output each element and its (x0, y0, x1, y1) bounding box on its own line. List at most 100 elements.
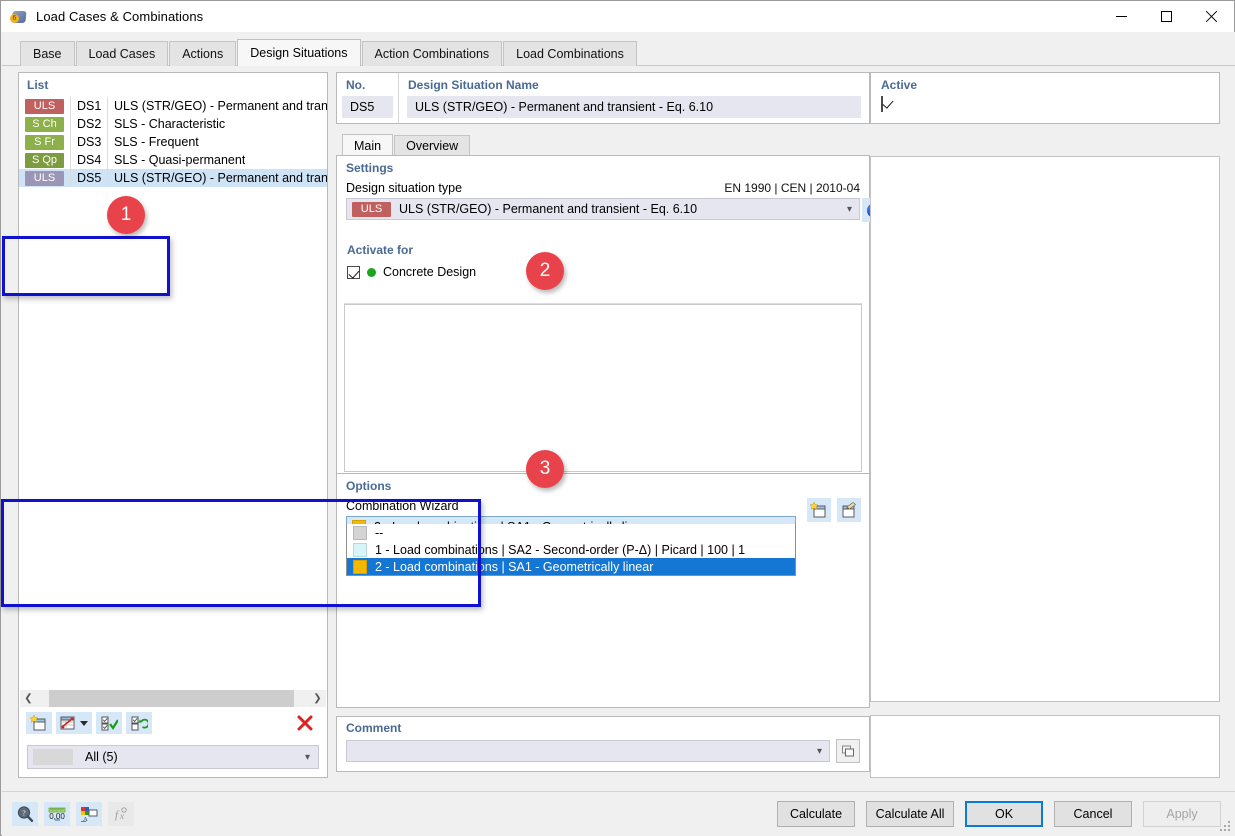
resize-grip[interactable] (1220, 821, 1232, 833)
tab-actions[interactable]: Actions (169, 41, 237, 66)
close-icon (1205, 10, 1218, 23)
chevron-down-icon[interactable]: ▾ (847, 204, 852, 215)
display-properties-button[interactable]: A (76, 802, 102, 826)
chevron-down-icon[interactable]: ▾ (817, 746, 822, 757)
combination-wizard-buttons (807, 498, 861, 522)
units-button[interactable]: 0,00 (44, 802, 70, 826)
annotation-badge-3: 3 (526, 450, 564, 488)
tab-action-combinations[interactable]: Action Combinations (361, 41, 503, 66)
list-item-selected[interactable]: ULS DS5 ULS (STR/GEO) - Permanent and tr… (19, 169, 327, 187)
footer-buttons: Calculate Calculate All OK Cancel Apply (777, 801, 1235, 827)
design-situation-type-dropdown[interactable]: ULS ULS (STR/GEO) - Permanent and transi… (346, 198, 886, 222)
footer-tools: ? 0,00 A f x (2, 802, 134, 826)
type-value: ULS (STR/GEO) - Permanent and transient … (399, 202, 698, 216)
import-design-situations-button[interactable] (56, 712, 92, 734)
list-toolbar (20, 709, 326, 737)
activate-for-label: Activate for (347, 243, 414, 257)
comment-copy-button[interactable] (836, 739, 860, 763)
chevron-left-icon[interactable]: ❮ (20, 690, 37, 707)
comment-panel: Comment ▾ (336, 716, 870, 772)
activate-for-row[interactable]: Concrete Design (344, 257, 504, 279)
new-combination-wizard-button[interactable] (807, 498, 831, 522)
active-panel: Active (870, 72, 1220, 124)
no-value: DS5 (342, 96, 393, 118)
design-situation-type-row: Design situation type EN 1990 | CEN | 20… (337, 175, 869, 195)
close-button[interactable] (1189, 1, 1234, 32)
scrollbar-track[interactable] (37, 690, 309, 707)
delete-button[interactable] (292, 712, 318, 734)
chevron-right-icon[interactable]: ❯ (309, 690, 326, 707)
active-label: Active (881, 78, 918, 92)
name-label: Design Situation Name (408, 78, 539, 92)
list-horizontal-scrollbar[interactable]: ❮ ❯ (20, 690, 326, 707)
main-tabstrip: Base Load Cases Actions Design Situation… (2, 32, 1235, 66)
annotation-badge-1: 1 (107, 196, 145, 234)
tab-label: Main (354, 138, 382, 153)
situation-desc: SLS - Quasi-permanent (114, 153, 246, 167)
situation-no: DS4 (77, 153, 102, 167)
window-controls (1099, 1, 1234, 32)
maximize-button[interactable] (1144, 1, 1189, 32)
situation-desc: ULS (STR/GEO) - Permanent and transient … (114, 99, 327, 113)
tab-overview[interactable]: Overview (394, 135, 471, 156)
active-checkbox[interactable] (881, 96, 883, 112)
maximize-icon (1161, 11, 1172, 22)
calculate-all-button[interactable]: Calculate All (866, 801, 954, 827)
copy-windows-icon (841, 745, 854, 756)
new-design-situation-button[interactable] (26, 712, 52, 734)
tab-label: Design Situations (250, 46, 348, 60)
concrete-design-checkbox[interactable] (347, 265, 360, 279)
fx-formula-icon: f x (115, 807, 127, 821)
name-input[interactable]: ULS (STR/GEO) - Permanent and transient … (407, 96, 861, 118)
options-label: Options (346, 479, 392, 493)
svg-text:A: A (83, 816, 88, 823)
help-magnifier-icon: ? (17, 806, 34, 822)
filter-color-swatch (33, 749, 73, 765)
situation-desc: SLS - Characteristic (114, 117, 226, 131)
comment-row: ▾ (337, 735, 869, 763)
load-cases-icon: 6 (10, 8, 28, 26)
status-dot-icon (367, 267, 376, 277)
list-item[interactable]: S Ch DS2 SLS - Characteristic (19, 115, 327, 133)
units-000-icon: 0,00 (48, 807, 66, 821)
tab-load-cases[interactable]: Load Cases (75, 41, 169, 66)
tab-design-situations[interactable]: Design Situations (237, 39, 361, 66)
edit-combination-wizard-button[interactable] (837, 498, 861, 522)
table-import-icon (60, 716, 88, 730)
annotation-highlight-combination-wizard (1, 499, 481, 607)
comment-input[interactable]: ▾ (346, 740, 830, 762)
cancel-button[interactable]: Cancel (1054, 801, 1132, 827)
button-label: Calculate (789, 807, 843, 821)
activate-for-group: Activate for Concrete Design (344, 239, 504, 295)
situation-desc: SLS - Frequent (114, 135, 199, 149)
list-item[interactable]: S Fr DS3 SLS - Frequent (19, 133, 327, 151)
calculate-button[interactable]: Calculate (777, 801, 855, 827)
scrollbar-thumb[interactable] (49, 690, 294, 707)
situation-no: DS2 (77, 117, 102, 131)
list-item[interactable]: ULS DS1 ULS (STR/GEO) - Permanent and tr… (19, 97, 327, 115)
tab-label: Base (33, 47, 62, 61)
situation-type-badge: S Qp (25, 152, 64, 168)
list-filter-dropdown[interactable]: All (5) ▾ (27, 745, 319, 769)
tab-main[interactable]: Main (342, 134, 394, 156)
list-item[interactable]: S Qp DS4 SLS - Quasi-permanent (19, 151, 327, 169)
tab-label: Overview (406, 139, 459, 153)
type-badge: ULS (352, 201, 391, 217)
standard-label: EN 1990 | CEN | 2010-04 (724, 181, 860, 195)
tab-base[interactable]: Base (20, 41, 75, 66)
situation-no: DS1 (77, 99, 102, 113)
edit-page-icon (842, 501, 857, 518)
right-preview-panel (870, 156, 1220, 702)
invert-selection-button[interactable] (126, 712, 152, 734)
annotation-badge-2: 2 (526, 252, 564, 290)
ok-button[interactable]: OK (965, 801, 1043, 827)
tab-load-combinations[interactable]: Load Combinations (503, 41, 637, 66)
tab-label: Load Cases (88, 47, 156, 61)
help-button[interactable]: ? (12, 802, 38, 826)
list-header-label: List (27, 78, 49, 92)
comment-label: Comment (346, 721, 402, 735)
minimize-button[interactable] (1099, 1, 1144, 32)
situation-type-badge: ULS (25, 98, 64, 114)
chevron-down-icon[interactable]: ▾ (305, 752, 310, 763)
select-all-button[interactable] (96, 712, 122, 734)
